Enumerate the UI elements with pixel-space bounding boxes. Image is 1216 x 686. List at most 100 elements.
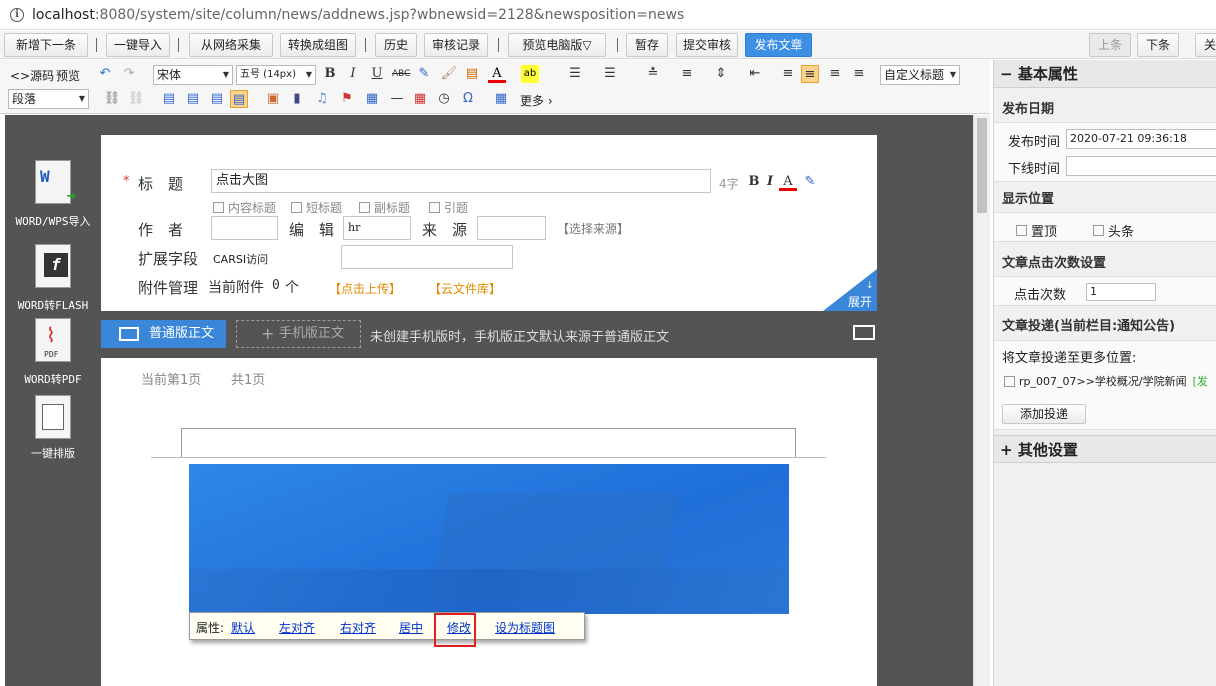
publish-time-input[interactable]: 2020-07-21 09:36:18 [1066, 129, 1216, 149]
music-icon[interactable]: ♫ [313, 90, 331, 108]
click-count-input[interactable]: 1 [1086, 283, 1156, 301]
short-title-option[interactable]: 短标题 [291, 199, 342, 216]
image-insert-icon[interactable]: ▣ [264, 90, 282, 108]
lead-title-option[interactable]: 引题 [429, 199, 468, 216]
word-pdf-tool[interactable]: ⌇ PDF WORD转PDF [8, 318, 98, 387]
editor-input[interactable]: hr [343, 216, 411, 240]
pin-top-checkbox[interactable]: 置顶 [1016, 221, 1057, 240]
format-painter-icon[interactable]: 🖌 [440, 65, 458, 83]
paste-icon[interactable]: ▤ [463, 65, 481, 83]
custom-title-select[interactable]: 自定义标题 ▼ [880, 65, 960, 85]
device-toggle-icon[interactable] [853, 325, 875, 340]
template-icon[interactable]: ▦ [363, 90, 381, 108]
deliver-target-checkbox[interactable]: rp_007_07>>学校概况/学院新闻 [发 [1004, 373, 1208, 389]
submit-review-button[interactable]: 提交审核 [676, 33, 738, 57]
font-family-select[interactable]: 宋体 ▼ [153, 65, 233, 85]
paragraph-spacing-icon[interactable]: ≛ [644, 65, 662, 83]
history-button[interactable]: 历史 [375, 33, 417, 57]
expand-label[interactable]: 展开 [848, 293, 872, 310]
tab-normal-body[interactable]: 普通版正文 [101, 320, 226, 348]
align-default-link[interactable]: 默认 [231, 619, 255, 636]
align-right-icon[interactable]: ≡ [826, 65, 844, 83]
cloud-library-link[interactable]: 【云文件库】 [429, 280, 501, 297]
offline-time-input[interactable] [1066, 156, 1216, 176]
word-flash-tool[interactable]: f WORD转FLASH [8, 244, 98, 313]
font-size-select[interactable]: 五号 (14px) ▼ [236, 65, 316, 85]
align-right-link[interactable]: 右对齐 [340, 619, 376, 636]
review-record-button[interactable]: 审核记录 [424, 33, 488, 57]
align-left-icon[interactable]: ≡ [779, 65, 797, 83]
ext-field-input[interactable] [341, 245, 513, 269]
more-button[interactable]: 更多 › [520, 92, 553, 109]
map-icon[interactable]: ⚑ [338, 90, 356, 108]
deliver-box: 将文章投递至更多位置: rp_007_07>>学校概况/学院新闻 [发 添加投递 [994, 340, 1216, 430]
image-left-icon[interactable]: ▤ [160, 90, 178, 108]
upload-link[interactable]: 【点击上传】 [329, 280, 401, 297]
title-color-icon[interactable]: A [779, 173, 797, 191]
source-input[interactable] [477, 216, 546, 240]
font-color-icon[interactable]: A [488, 65, 506, 83]
info-icon[interactable]: i [10, 7, 24, 22]
special-char-icon[interactable]: Ω [459, 90, 477, 108]
title-italic-icon[interactable]: I [761, 173, 779, 191]
basic-properties-header[interactable]: − 基本属性 [994, 60, 1216, 88]
publish-button[interactable]: 发布文章 [745, 33, 812, 57]
image-inline-icon[interactable]: ▤ [208, 90, 226, 108]
align-center-icon[interactable]: ≡ [801, 65, 819, 83]
web-collect-button[interactable]: 从网络采集 [189, 33, 273, 57]
horizontal-rule-icon[interactable]: — [388, 90, 406, 108]
address-bar[interactable]: i localhost :8080/system/site/column/new… [0, 0, 1216, 30]
oneclick-import-button[interactable]: 一键导入 [106, 33, 170, 57]
indent-icon[interactable]: ⇕ [712, 65, 730, 83]
redo-icon[interactable]: ↷ [120, 65, 138, 83]
add-deliver-button[interactable]: 添加投递 [1002, 404, 1086, 424]
word-import-tool[interactable]: W ➜ WORD/WPS导入 [8, 160, 98, 229]
scrollbar-thumb[interactable] [977, 118, 987, 213]
video-icon[interactable]: ▮ [288, 90, 306, 108]
title-format-icon[interactable]: ✎ [801, 173, 819, 191]
tab-mobile-body[interactable]: + 手机版正文 [236, 320, 361, 348]
underline-icon[interactable]: U [368, 65, 386, 83]
subtitle-option[interactable]: 副标题 [359, 199, 410, 216]
date-icon[interactable]: ▦ [411, 90, 429, 108]
align-center-link[interactable]: 居中 [399, 619, 423, 636]
set-title-image-link[interactable]: 设为标题图 [495, 619, 555, 636]
prev-item-button[interactable]: 上条 [1089, 33, 1131, 57]
to-group-image-button[interactable]: 转换成组图 [280, 33, 356, 57]
other-settings-header[interactable]: + 其他设置 [994, 435, 1216, 463]
paragraph-select[interactable]: 段落 ▼ [8, 89, 89, 109]
banner-image[interactable] [189, 464, 789, 614]
save-draft-button[interactable]: 暂存 [626, 33, 668, 57]
highlight-color-icon[interactable]: ab [521, 65, 539, 83]
new-next-button[interactable]: 新增下一条 [4, 33, 88, 57]
outdent-icon[interactable]: ⇤ [746, 65, 764, 83]
image-right-icon[interactable]: ▤ [184, 90, 202, 108]
unlink-icon[interactable]: ⛓ [127, 90, 145, 108]
headline-checkbox[interactable]: 头条 [1093, 221, 1134, 240]
link-icon[interactable]: ⛓ [103, 90, 121, 108]
table-icon[interactable]: ▦ [492, 90, 510, 108]
image-center-icon[interactable]: ▤ [230, 90, 248, 108]
title-input[interactable]: 点击大图 [211, 169, 711, 193]
align-justify-icon[interactable]: ≡ [850, 65, 868, 83]
preview-button[interactable]: 预览 [56, 67, 80, 84]
close-button[interactable]: 关 [1195, 33, 1216, 57]
time-icon[interactable]: ◷ [435, 90, 453, 108]
workspace-scrollbar[interactable] [973, 115, 990, 686]
strikethrough-icon[interactable]: ABC [392, 65, 410, 83]
format-icon[interactable]: ✎ [415, 65, 433, 83]
align-left-link[interactable]: 左对齐 [279, 619, 315, 636]
select-source-link[interactable]: 【选择来源】 [557, 220, 629, 237]
unordered-list-icon[interactable]: ☰ [601, 65, 619, 83]
next-item-button[interactable]: 下条 [1137, 33, 1179, 57]
undo-icon[interactable]: ↶ [96, 65, 114, 83]
format-tool[interactable]: 一键排版 [8, 395, 98, 461]
source-code-button[interactable]: <>源码 [10, 67, 54, 84]
content-title-option[interactable]: 内容标题 [213, 199, 276, 216]
ordered-list-icon[interactable]: ☰ [566, 65, 584, 83]
preview-pc-button[interactable]: 预览电脑版▽ [508, 33, 606, 57]
author-input[interactable] [211, 216, 278, 240]
line-spacing-icon[interactable]: ≡ [678, 65, 696, 83]
bold-icon[interactable]: B [321, 65, 339, 83]
italic-icon[interactable]: I [344, 65, 362, 83]
